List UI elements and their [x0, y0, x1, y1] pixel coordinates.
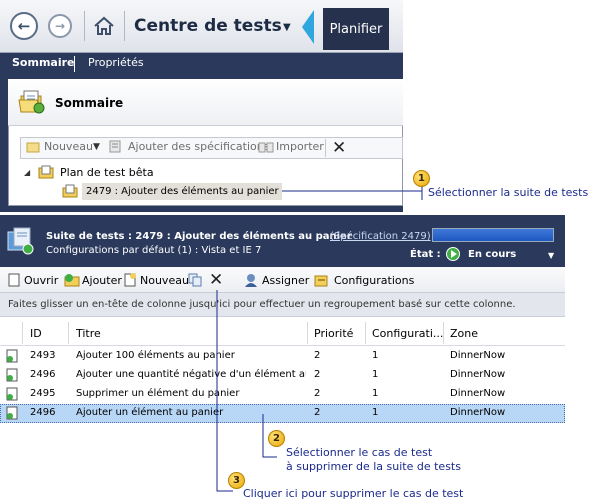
callout-3-text: Cliquer ici pour supprimer le cas de tes… [243, 487, 464, 500]
column-zone[interactable]: Zone [450, 327, 478, 340]
cell-id: 2496 [30, 369, 56, 380]
suite-title: Suite de tests : 2479 : Ajouter des élém… [46, 231, 352, 242]
callout-2-text-line2: à supprimer de la suite de tests [286, 460, 461, 473]
configurations-button[interactable]: Configurations [334, 274, 414, 287]
import-button[interactable]: Importer [276, 140, 324, 153]
cell-zone: DinnerNow [450, 369, 506, 380]
suite-progress-bar [432, 228, 554, 242]
tab-planifier[interactable]: Planifier [323, 8, 389, 50]
column-configurations[interactable]: Configurati... [372, 327, 443, 340]
add-icon [64, 273, 80, 287]
column-divider[interactable] [443, 322, 444, 344]
cell-config: 1 [372, 407, 379, 418]
column-priority[interactable]: Priorité [314, 327, 353, 340]
cell-priority: 2 [314, 369, 321, 380]
cell-priority: 2 [314, 407, 321, 418]
app-title: Centre de tests [134, 16, 282, 36]
cell-zone: DinnerNow [450, 388, 506, 399]
play-triangle-icon [451, 250, 457, 258]
nav-divider [124, 11, 125, 41]
tree-item-plan[interactable]: Plan de test bêta [60, 166, 154, 179]
column-id[interactable]: ID [30, 327, 42, 340]
open-button[interactable]: Ouvrir [24, 274, 58, 287]
chevron-down-icon[interactable]: ▼ [283, 22, 291, 33]
tab-proprietes[interactable]: Propriétés [88, 56, 144, 69]
test-case-icon [6, 387, 18, 404]
callout-1-line [282, 184, 423, 200]
test-plan-icon [38, 165, 54, 179]
open-icon [8, 273, 20, 287]
toolbar-divider [325, 139, 326, 157]
assign-icon [243, 273, 259, 287]
callout-1-marker: 1 [413, 170, 430, 187]
tab-sommaire[interactable]: Sommaire [12, 56, 74, 69]
summary-folder-icon [18, 88, 46, 116]
add-button[interactable]: Ajouter [82, 274, 122, 287]
copy-icon[interactable] [188, 273, 202, 287]
back-arrow-icon[interactable]: ← [10, 12, 38, 40]
tab-arrow-icon [302, 10, 314, 44]
callout-2-marker: 2 [268, 430, 285, 447]
home-icon[interactable] [92, 14, 116, 38]
column-divider[interactable] [365, 322, 366, 344]
import-icon [258, 141, 274, 153]
cell-config: 1 [372, 369, 379, 380]
cell-id: 2495 [30, 388, 56, 399]
suite-configurations: Configurations par défaut (1) : Vista et… [46, 245, 262, 256]
cell-priority: 2 [314, 350, 321, 361]
cell-config: 1 [372, 388, 379, 399]
callout-2-text: Sélectionner le cas de test [286, 446, 433, 459]
test-case-icon [6, 406, 18, 423]
new-test-case-button[interactable]: Nouveau [140, 274, 189, 287]
chevron-down-icon[interactable]: ▼ [548, 251, 554, 260]
requirement-link[interactable]: (Spécification 2479) [330, 231, 431, 242]
column-divider[interactable] [307, 322, 308, 344]
tab-divider [74, 56, 75, 72]
column-divider[interactable] [68, 322, 69, 344]
state-label: État : [410, 249, 441, 260]
configurations-icon [314, 273, 330, 287]
add-requirements-button[interactable]: Ajouter des spécifications [128, 140, 269, 153]
new-suite-icon [26, 140, 40, 153]
add-requirements-icon [109, 140, 123, 153]
new-button[interactable]: Nouveau [44, 140, 93, 153]
tree-collapse-icon[interactable]: ◢ [24, 168, 30, 177]
test-suite-icon [62, 184, 78, 198]
chevron-down-icon[interactable]: ▼ [93, 142, 100, 152]
summary-title: Sommaire [55, 96, 124, 110]
tree-item-suite[interactable]: 2479 : Ajouter des éléments au panier [86, 186, 279, 197]
column-title[interactable]: Titre [76, 327, 101, 340]
delete-icon[interactable]: ✕ [332, 138, 346, 158]
cell-config: 1 [372, 350, 379, 361]
cell-zone: DinnerNow [450, 350, 506, 361]
cell-zone: DinnerNow [450, 407, 506, 418]
test-suite-header-icon [6, 226, 36, 256]
nav-divider [84, 11, 85, 41]
state-value[interactable]: En cours [468, 249, 516, 260]
new-icon [124, 273, 136, 287]
cell-id: 2493 [30, 350, 56, 361]
cell-id: 2496 [30, 407, 56, 418]
cell-priority: 2 [314, 388, 321, 399]
test-case-icon [6, 349, 18, 366]
column-divider[interactable] [22, 322, 23, 344]
forward-arrow-icon[interactable]: → [48, 14, 72, 38]
callout-1-text: Sélectionner la suite de tests [428, 186, 589, 199]
test-case-icon [6, 368, 18, 385]
